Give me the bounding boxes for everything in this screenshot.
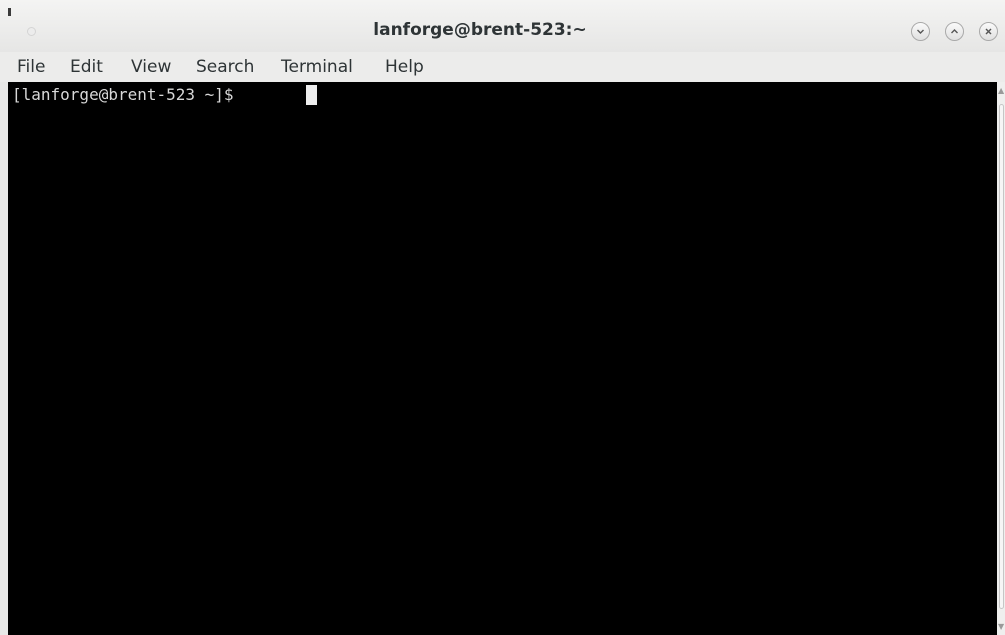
shell-prompt: [lanforge@brent-523 ~]$ [12,85,244,104]
scrollbar-thumb[interactable] [999,104,1004,609]
menu-terminal[interactable]: Terminal [281,57,353,77]
menu-view[interactable]: View [131,57,171,77]
window-title: lanforge@brent-523:~ [373,20,587,40]
minimize-button[interactable] [911,22,930,41]
menu-file[interactable]: File [17,57,45,77]
title-bar[interactable]: lanforge@brent-523:~ [0,0,1005,52]
scroll-down-arrow-icon[interactable]: ▼ [998,622,1004,631]
vertical-scrollbar[interactable]: ▲ ▼ [997,82,1005,635]
scroll-up-arrow-icon[interactable]: ▲ [998,86,1004,95]
maximize-button[interactable] [945,22,964,41]
text-cursor [306,85,317,105]
close-button[interactable] [979,22,998,41]
chevron-down-icon [917,29,924,34]
terminal-window: lanforge@brent-523:~ File Edit View Sear… [0,0,1005,635]
menu-edit[interactable]: Edit [70,57,103,77]
menu-search[interactable]: Search [196,57,254,77]
window-corner-mark [8,8,11,16]
window-left-border [0,82,8,635]
terminal-area[interactable]: [lanforge@brent-523 ~]$ [8,82,997,635]
close-icon [985,28,992,35]
menu-help[interactable]: Help [385,57,424,77]
chevron-up-icon [951,29,958,34]
menu-bar: File Edit View Search Terminal Help [0,52,1005,82]
